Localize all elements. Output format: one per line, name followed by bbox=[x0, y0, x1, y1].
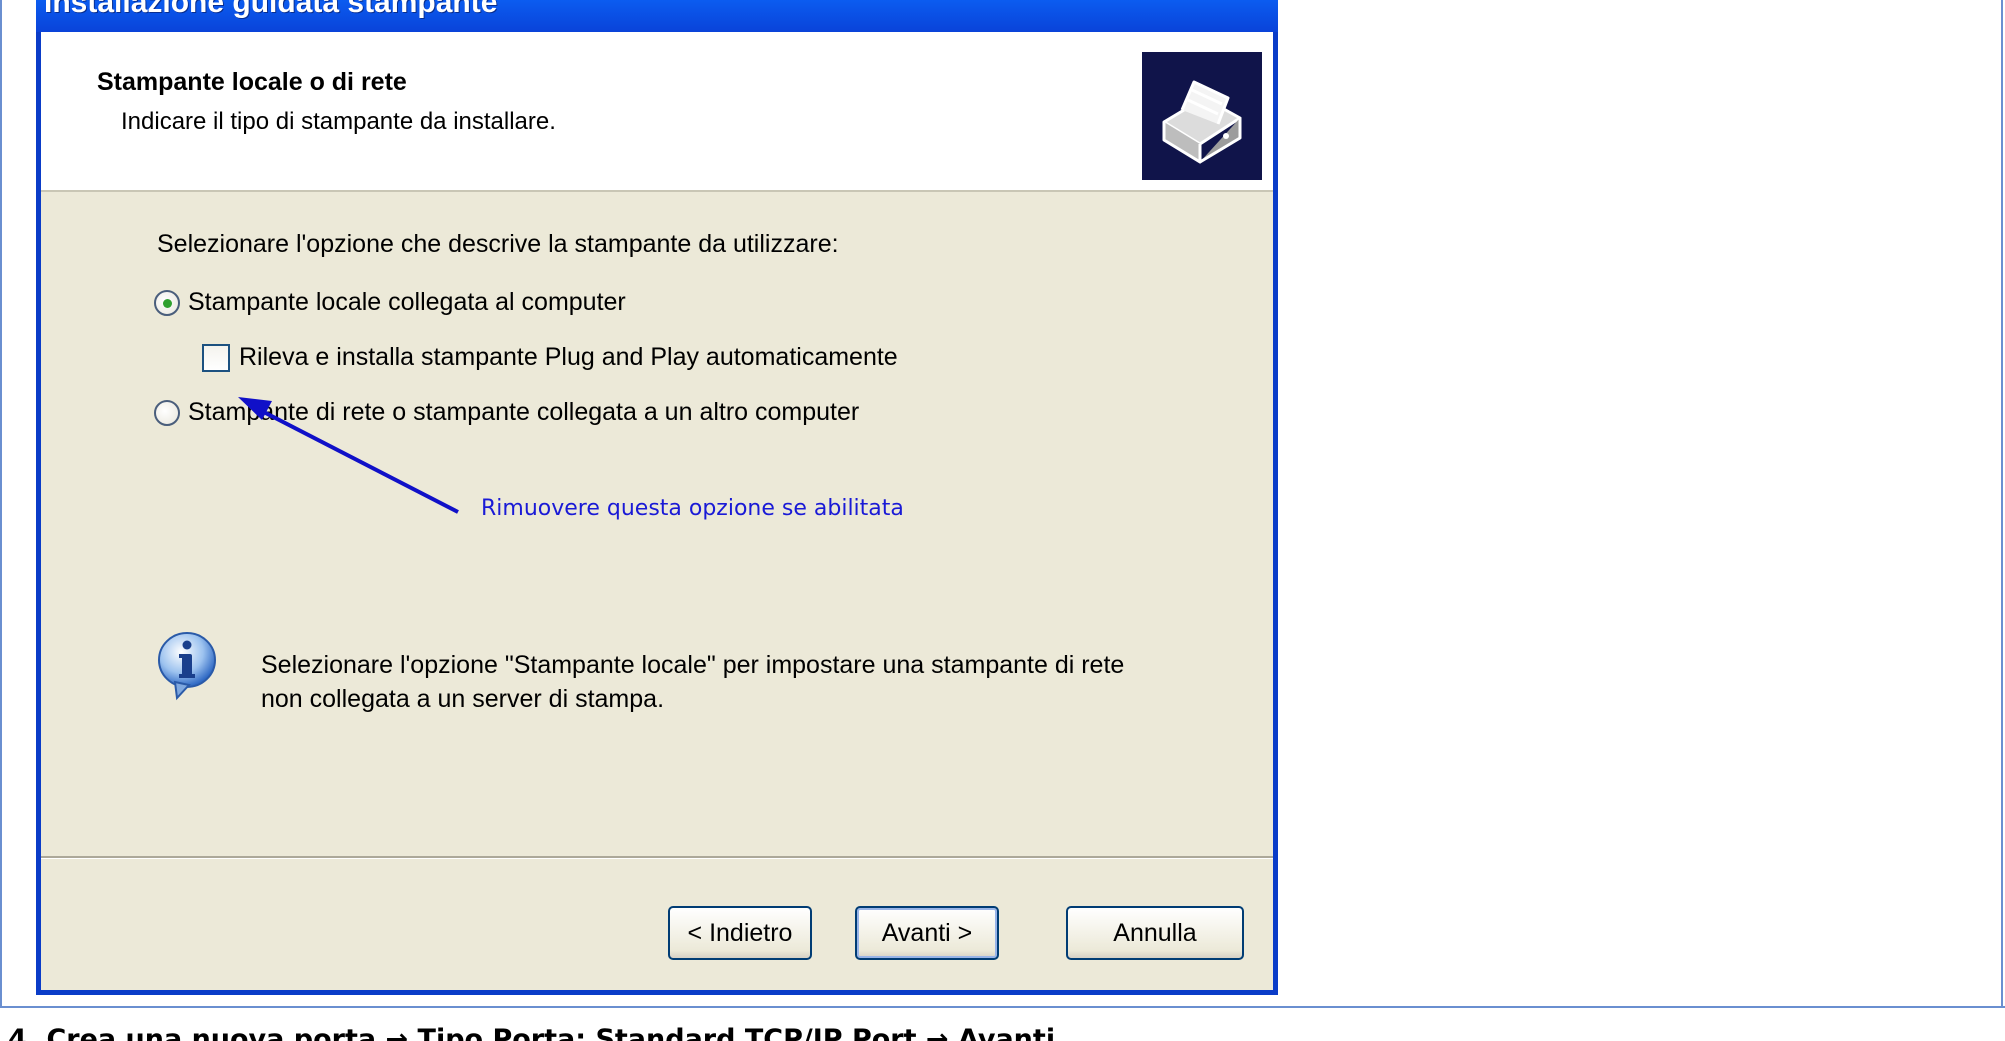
document-divider bbox=[0, 1006, 2005, 1008]
wizard-client-area: Stampante locale o di rete Indicare il t… bbox=[41, 32, 1273, 990]
window-title: Installazione guidata stampante bbox=[44, 0, 498, 19]
next-button[interactable]: Avanti > bbox=[855, 906, 999, 960]
radio-local-printer[interactable] bbox=[154, 290, 180, 316]
info-message: Selezionare l'opzione "Stampante locale"… bbox=[261, 648, 1124, 716]
footer-divider bbox=[41, 856, 1273, 859]
printer-icon bbox=[1142, 52, 1262, 180]
plug-and-play-checkbox[interactable] bbox=[202, 344, 230, 372]
wizard-header: Stampante locale o di rete Indicare il t… bbox=[41, 32, 1273, 192]
back-button[interactable]: < Indietro bbox=[668, 906, 812, 960]
cancel-button[interactable]: Annulla bbox=[1066, 906, 1244, 960]
radio-local-printer-label[interactable]: Stampante locale collegata al computer bbox=[188, 288, 626, 317]
radio-network-printer-label[interactable]: Stampante di rete o stampante collegata … bbox=[188, 398, 859, 427]
annotation-note: Rimuovere questa opzione se abilitata bbox=[481, 496, 904, 521]
page-title: Stampante locale o di rete bbox=[97, 68, 407, 96]
plug-and-play-label[interactable]: Rileva e installa stampante Plug and Pla… bbox=[239, 343, 898, 372]
caption-text: 4. Crea una nuova porta → Tipo Porta: St… bbox=[8, 1024, 1056, 1041]
printer-wizard-window: Installazione guidata stampante Stampant… bbox=[36, 0, 1278, 995]
info-line-2: non collegata a un server di stampa. bbox=[261, 685, 665, 713]
window-titlebar[interactable]: Installazione guidata stampante bbox=[36, 0, 1278, 32]
radio-network-printer[interactable] bbox=[154, 400, 180, 426]
page-subtitle: Indicare il tipo di stampante da install… bbox=[121, 108, 556, 135]
option-prompt: Selezionare l'opzione che descrive la st… bbox=[157, 230, 839, 258]
info-line-1: Selezionare l'opzione "Stampante locale"… bbox=[261, 651, 1125, 679]
radio-selected-dot bbox=[163, 299, 172, 308]
info-icon bbox=[155, 630, 219, 702]
